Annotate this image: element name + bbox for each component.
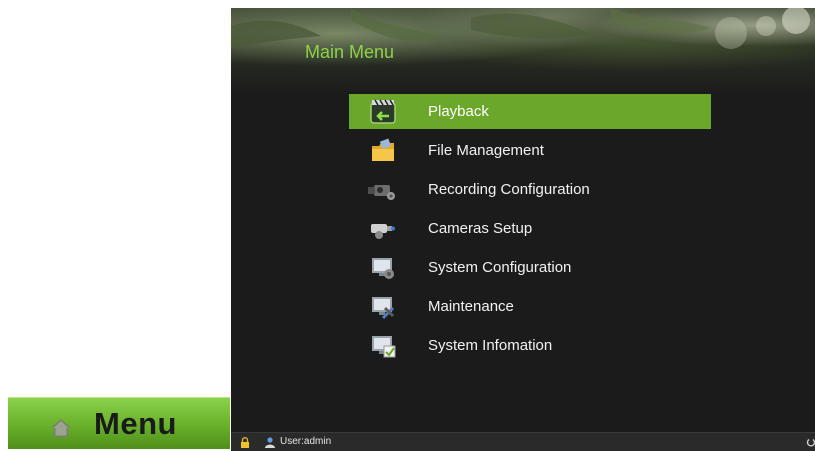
monitor-info-icon <box>372 336 396 358</box>
menu-item-system-information[interactable]: System Infomation <box>349 328 711 363</box>
menu-item-label: Cameras Setup <box>428 220 533 237</box>
menu-item-file-management[interactable]: File Management <box>349 133 711 168</box>
current-user: User:admin <box>280 436 332 447</box>
menu-button-label: Menu <box>94 406 177 441</box>
menu-item-label: Maintenance <box>428 298 514 315</box>
menu-item-label: System Configuration <box>428 259 572 276</box>
menu-item-recording-configuration[interactable]: Recording Configuration <box>349 172 711 207</box>
home-icon <box>51 419 71 437</box>
menu-item-label: File Management <box>428 142 544 159</box>
menu-item-label: System Infomation <box>428 337 553 354</box>
monitor-tools-icon <box>372 297 395 320</box>
video-camera-icon <box>368 185 395 200</box>
header-banner: Main Menu <box>231 8 815 94</box>
menu-item-cameras-setup[interactable]: Cameras Setup <box>349 211 711 246</box>
monitor-gear-icon <box>372 258 394 279</box>
menu-item-label: Playback <box>428 103 489 120</box>
page-title: Main Menu <box>305 42 395 62</box>
menu-item-label: Recording Configuration <box>428 181 590 198</box>
user-icon <box>265 437 275 448</box>
folder-icon <box>372 138 394 161</box>
status-bar: User:admin <box>231 432 815 451</box>
playback-icon <box>370 99 396 124</box>
menu-item-system-configuration[interactable]: System Configuration <box>349 250 711 285</box>
lock-icon[interactable] <box>240 437 250 448</box>
menu-button[interactable]: Menu <box>8 397 230 449</box>
menu-item-maintenance[interactable]: Maintenance <box>349 289 711 324</box>
main-menu-window: Main Menu Playback File Management Recor… <box>231 8 815 451</box>
power-icon[interactable] <box>806 437 815 447</box>
menu-item-playback[interactable]: Playback <box>349 94 711 129</box>
security-camera-icon <box>371 224 395 239</box>
